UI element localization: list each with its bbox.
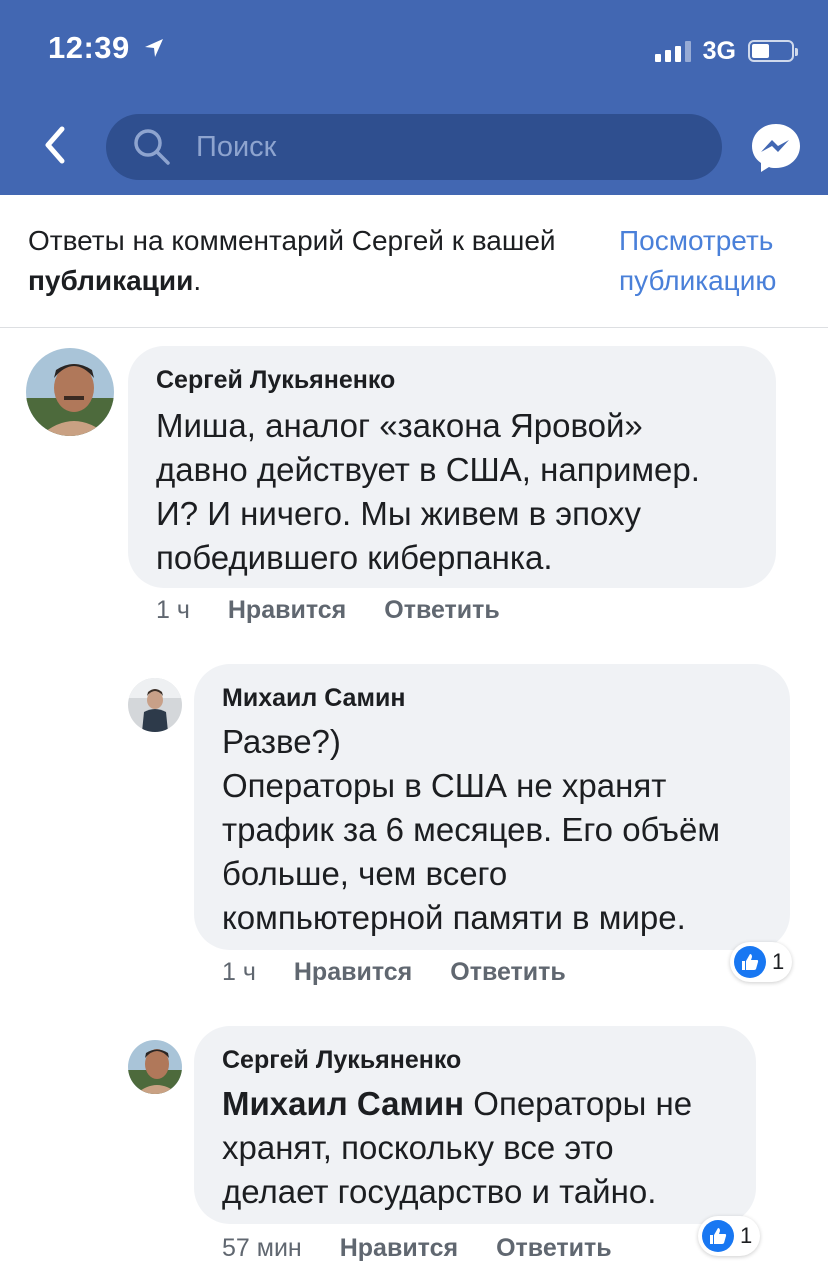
- battery-icon: [748, 40, 798, 62]
- comment-bubble[interactable]: Михаил Самин Разве?) Операторы в США не …: [194, 664, 790, 950]
- reply-banner: Ответы на комментарий Сергей к вашей пуб…: [0, 195, 828, 328]
- avatar-sergey[interactable]: [26, 348, 114, 436]
- comment-actions: 1 ч Нравится Ответить: [156, 596, 500, 625]
- comment-author[interactable]: Сергей Лукьяненко: [222, 1046, 461, 1075]
- comment-line: делает государство и тайно.: [222, 1173, 657, 1210]
- like-button[interactable]: Нравится: [228, 596, 346, 625]
- battery-level: [752, 44, 769, 58]
- app-header: 12:39 3G: [0, 0, 828, 195]
- comment-actions: 1 ч Нравится Ответить: [222, 958, 566, 987]
- comment-time[interactable]: 1 ч: [222, 958, 256, 987]
- comment-line: победившего киберпанка.: [156, 539, 553, 576]
- comment-text: Миша, аналог «закона Яровой» давно дейст…: [156, 404, 700, 580]
- reaction-count[interactable]: 1: [698, 1216, 761, 1256]
- reaction-count[interactable]: 1: [730, 942, 793, 982]
- comment-text: Разве?) Операторы в США не хранят трафик…: [222, 720, 720, 940]
- comment-line: больше, чем всего: [222, 855, 508, 892]
- comment-line: И? И ничего. Мы живем в эпоху: [156, 495, 641, 532]
- back-button[interactable]: [30, 120, 80, 170]
- comment-bubble[interactable]: Сергей Лукьяненко Михаил Самин Операторы…: [194, 1026, 756, 1224]
- comment-line: компьютерной памяти в мире.: [222, 899, 686, 936]
- comment-time[interactable]: 57 мин: [222, 1234, 302, 1263]
- avatar-sergey-small[interactable]: [128, 1040, 182, 1094]
- reply-button[interactable]: Ответить: [384, 596, 500, 625]
- banner-text-prefix: Ответы на комментарий Сергей к вашей: [28, 225, 556, 256]
- reply-button[interactable]: Ответить: [496, 1234, 612, 1263]
- comment-line: Операторы не: [464, 1085, 693, 1122]
- reply-button[interactable]: Ответить: [450, 958, 566, 987]
- avatar-mikhail[interactable]: [128, 678, 182, 732]
- comment-actions: 57 мин Нравится Ответить: [222, 1234, 612, 1263]
- comment-line: давно действует в США, например.: [156, 451, 700, 488]
- like-thumb-icon: [734, 946, 766, 978]
- comment-line: Разве?): [222, 723, 341, 760]
- like-button[interactable]: Нравится: [294, 958, 412, 987]
- like-thumb-icon: [702, 1220, 734, 1252]
- comment-author[interactable]: Сергей Лукьяненко: [156, 366, 395, 395]
- avatar-photo: [128, 1040, 182, 1094]
- back-chevron-icon: [45, 126, 65, 164]
- comment-bubble[interactable]: Сергей Лукьяненко Миша, аналог «закона Я…: [128, 346, 776, 588]
- location-arrow-icon: [144, 39, 163, 57]
- search-input[interactable]: [196, 114, 722, 180]
- comment-line: трафик за 6 месяцев. Его объём: [222, 811, 721, 848]
- avatar-photo: [26, 348, 114, 436]
- like-button[interactable]: Нравится: [340, 1234, 458, 1263]
- comment-line: Операторы в США не хранят: [222, 767, 667, 804]
- comment-time[interactable]: 1 ч: [156, 596, 190, 625]
- comment-author[interactable]: Михаил Самин: [222, 684, 405, 713]
- banner-text-bold: публикации: [28, 265, 194, 296]
- banner-text: Ответы на комментарий Сергей к вашей пуб…: [28, 221, 568, 301]
- likes-count: 1: [772, 949, 785, 974]
- avatar-photo: [128, 678, 182, 732]
- search-icon: [134, 129, 170, 165]
- likes-count: 1: [740, 1223, 753, 1248]
- messenger-button[interactable]: [748, 120, 804, 176]
- messenger-icon: [752, 124, 800, 172]
- banner-text-suffix: .: [193, 265, 202, 296]
- search-bar[interactable]: [106, 114, 722, 180]
- signal-icon: [654, 40, 691, 62]
- view-post-link[interactable]: Посмотреть публикацию: [619, 221, 809, 301]
- comment-line: Миша, аналог «закона Яровой»: [156, 407, 643, 444]
- mention-link[interactable]: Михаил Самин: [222, 1085, 464, 1122]
- comment-line: хранят, поскольку все это: [222, 1129, 614, 1166]
- clock: 12:39: [48, 30, 130, 65]
- status-time: 12:39: [48, 30, 165, 66]
- comment-text: Михаил Самин Операторы не хранят, поскол…: [222, 1082, 692, 1214]
- network-type: 3G: [702, 36, 736, 65]
- status-indicators: 3G: [654, 36, 798, 65]
